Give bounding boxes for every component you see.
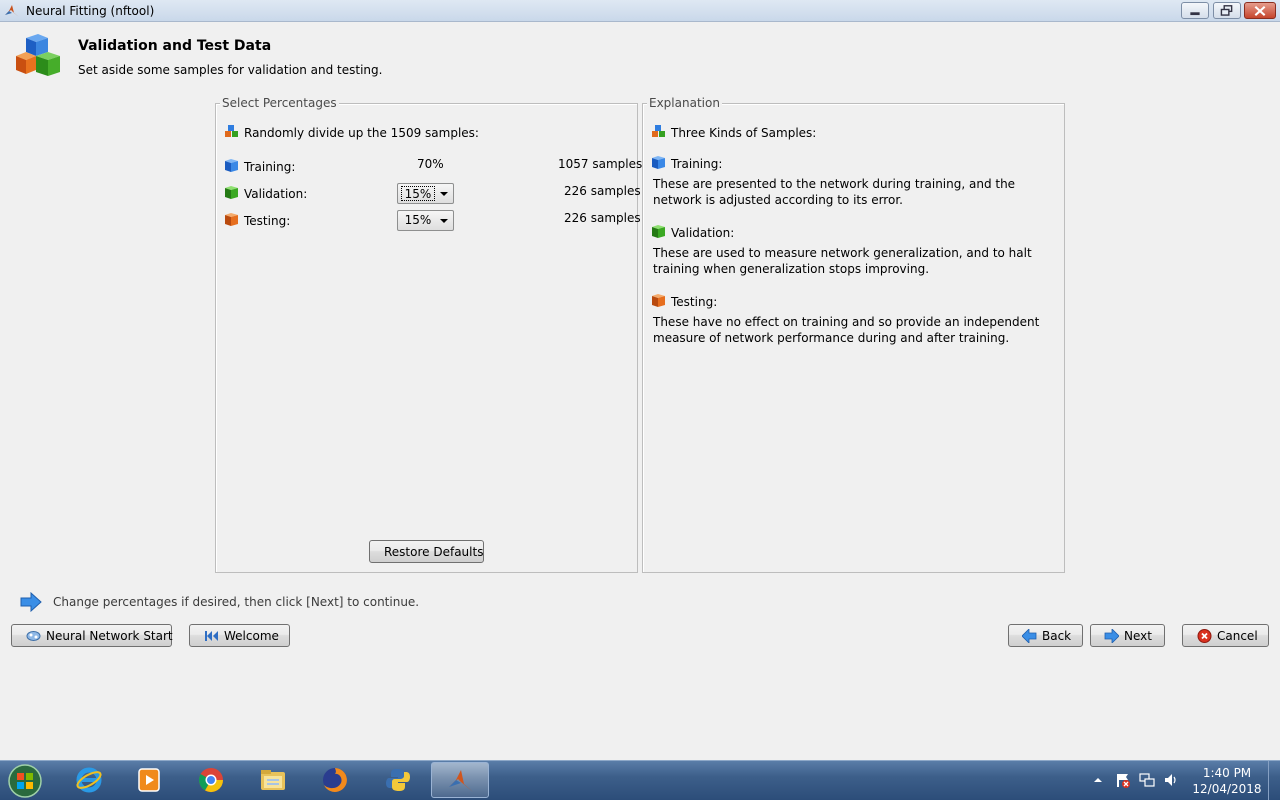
green-cube-icon xyxy=(652,225,665,238)
window-title-bar[interactable]: Neural Fitting (nftool) xyxy=(0,0,1280,22)
blue-cube-icon xyxy=(225,159,238,172)
close-button[interactable] xyxy=(1244,2,1276,19)
neural-network-start-button[interactable]: Neural Network Start xyxy=(11,624,173,647)
restore-button[interactable] xyxy=(1213,2,1241,19)
clock-time: 1:40 PM xyxy=(1202,766,1252,780)
restore-defaults-label: Restore Defaults xyxy=(384,545,484,559)
validation-percent-dropdown[interactable]: 15% xyxy=(397,183,454,204)
rewind-icon xyxy=(205,631,218,641)
neural-network-start-label: Neural Network Start xyxy=(46,629,173,643)
welcome-button[interactable]: Welcome xyxy=(189,624,290,647)
restore-defaults-button[interactable]: Restore Defaults xyxy=(369,540,484,563)
network-icon[interactable] xyxy=(1139,772,1155,788)
green-cube-icon xyxy=(225,186,238,199)
cubes-small-icon xyxy=(652,125,665,137)
validation-samples: 226 samples xyxy=(564,184,641,198)
page-title: Validation and Test Data xyxy=(78,38,272,54)
arrow-left-icon xyxy=(1022,629,1037,643)
show-hidden-icons-icon[interactable] xyxy=(1090,772,1106,788)
back-label: Back xyxy=(1042,629,1072,643)
taskbar-media-player[interactable] xyxy=(120,762,178,798)
instruction-hint: Change percentages if desired, then clic… xyxy=(53,595,420,609)
minimize-icon xyxy=(1190,12,1200,16)
taskbar-python[interactable] xyxy=(369,762,427,798)
close-icon xyxy=(1254,5,1266,16)
minimize-button[interactable] xyxy=(1181,2,1209,19)
panel-legend: Select Percentages xyxy=(220,96,339,110)
welcome-label: Welcome xyxy=(224,629,279,643)
explanation-heading: Three Kinds of Samples: xyxy=(671,126,817,140)
cubes-small-icon xyxy=(225,125,238,137)
training-samples: 1057 samples xyxy=(558,157,643,171)
explanation-testing-title: Testing: xyxy=(671,295,718,309)
system-clock[interactable]: 1:40 PM 12/04/2018 xyxy=(1188,765,1266,797)
next-button[interactable]: Next xyxy=(1090,624,1165,647)
taskbar-firefox[interactable] xyxy=(306,762,364,798)
volume-icon[interactable] xyxy=(1163,772,1179,788)
action-center-flag-icon[interactable] xyxy=(1115,772,1131,788)
explanation-training-title: Training: xyxy=(671,157,723,171)
back-button[interactable]: Back xyxy=(1008,624,1083,647)
orange-cube-icon xyxy=(225,213,238,226)
page-subtitle: Set aside some samples for validation an… xyxy=(78,63,383,77)
taskbar-internet-explorer[interactable] xyxy=(60,762,118,798)
chevron-down-icon xyxy=(440,219,448,223)
network-icon xyxy=(26,631,41,641)
matlab-logo-icon xyxy=(5,5,19,17)
arrow-right-icon xyxy=(1104,629,1119,643)
firefox-icon xyxy=(323,768,347,792)
explanation-validation-text: These are used to measure network genera… xyxy=(653,246,1032,276)
chrome-icon xyxy=(198,768,223,793)
clock-date: 12/04/2018 xyxy=(1192,782,1262,796)
training-label: Training: xyxy=(244,160,296,174)
cancel-icon xyxy=(1197,629,1212,643)
show-desktop-button[interactable] xyxy=(1268,761,1280,800)
testing-percent-dropdown[interactable]: 15% xyxy=(397,210,454,231)
explanation-training-text: These are presented to the network durin… xyxy=(653,177,1016,207)
explanation-validation-title: Validation: xyxy=(671,226,735,240)
blue-cube-icon xyxy=(652,156,665,169)
cancel-button[interactable]: Cancel xyxy=(1182,624,1269,647)
testing-percent-value: 15% xyxy=(404,213,432,227)
validation-percent-value: 15% xyxy=(401,186,435,201)
testing-label: Testing: xyxy=(244,214,291,228)
arrow-right-icon xyxy=(20,592,42,612)
media-player-icon xyxy=(138,768,160,792)
next-label: Next xyxy=(1124,629,1152,643)
start-button-icon[interactable] xyxy=(5,763,45,799)
restore-icon xyxy=(1220,5,1233,16)
internet-explorer-icon xyxy=(76,767,102,793)
window-title: Neural Fitting (nftool) xyxy=(26,4,155,18)
taskbar-chrome[interactable] xyxy=(182,762,240,798)
testing-samples: 226 samples xyxy=(564,211,641,225)
explanation-testing-text: These have no effect on training and so … xyxy=(653,315,1040,345)
python-icon xyxy=(386,769,410,791)
orange-cube-icon xyxy=(652,294,665,307)
cancel-label: Cancel xyxy=(1217,629,1258,643)
cubes-logo-icon xyxy=(16,34,60,76)
file-explorer-icon xyxy=(261,770,285,790)
training-percent: 70% xyxy=(417,157,444,171)
chevron-down-icon xyxy=(440,192,448,196)
samples-intro: Randomly divide up the 1509 samples: xyxy=(244,126,479,140)
matlab-icon xyxy=(449,770,473,792)
panel-legend: Explanation xyxy=(647,96,722,110)
taskbar-matlab[interactable] xyxy=(431,762,489,798)
validation-label: Validation: xyxy=(244,187,308,201)
taskbar-file-explorer[interactable] xyxy=(244,762,302,798)
